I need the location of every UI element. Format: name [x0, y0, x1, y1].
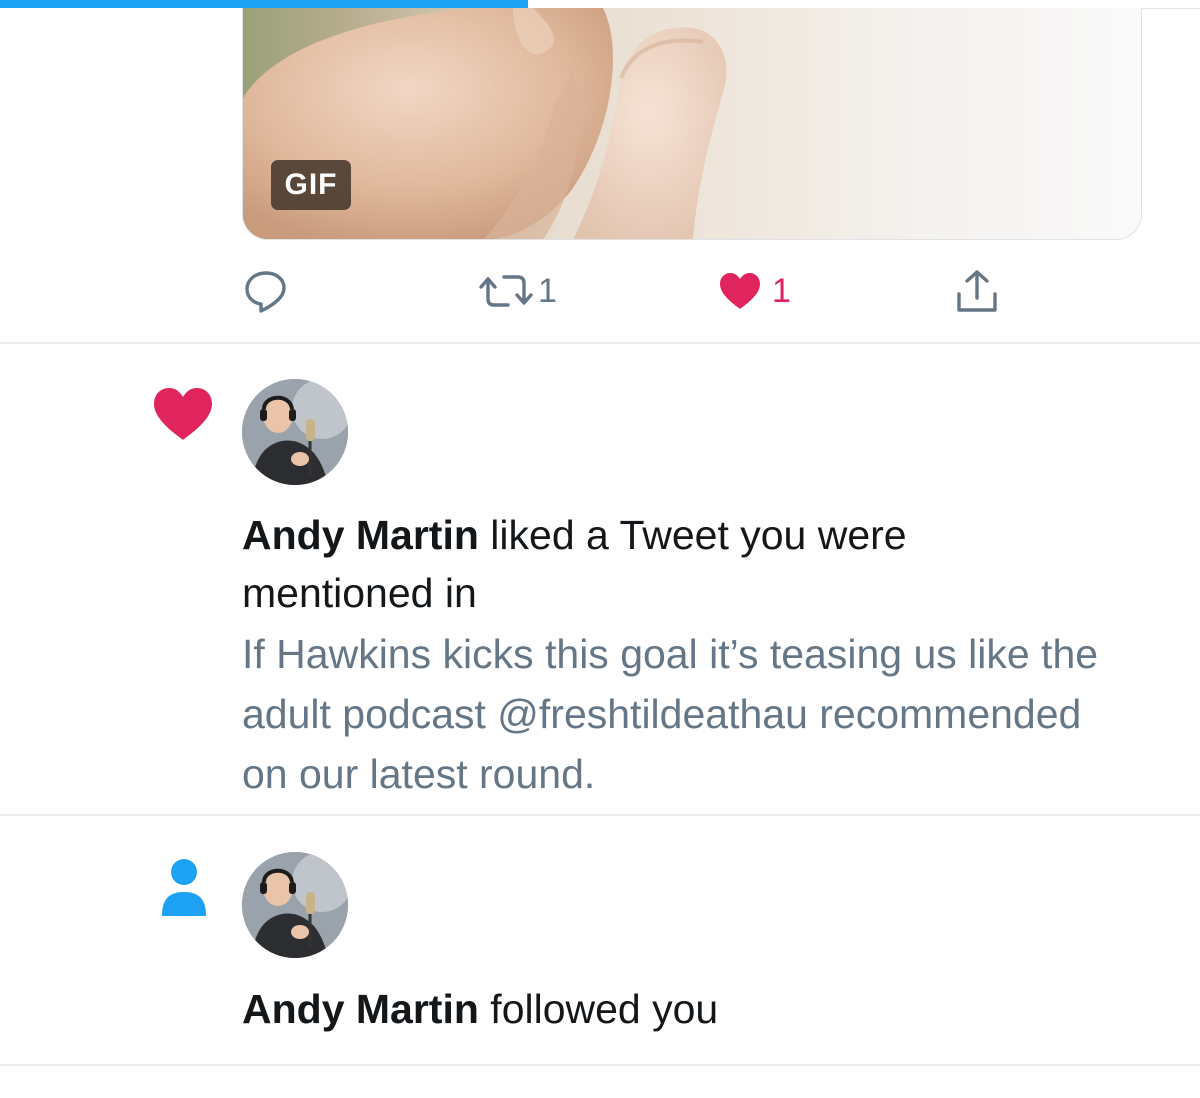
notification-text: Andy Martin liked a Tweet you were menti…: [242, 506, 1102, 622]
notification-action-text: followed you: [478, 986, 719, 1032]
retweet-count: 1: [538, 271, 557, 310]
reply-icon: [245, 271, 286, 313]
heart-icon: [152, 386, 214, 447]
notification-user-name[interactable]: Andy Martin: [242, 986, 479, 1032]
avatar[interactable]: [242, 379, 348, 485]
gif-badge: GIF: [271, 160, 351, 210]
avatar-photo: [242, 379, 348, 485]
reply-button[interactable]: [243, 266, 289, 316]
section-divider: [0, 342, 1200, 344]
loading-progress-fill: [0, 0, 528, 8]
retweet-button[interactable]: 1: [478, 266, 557, 316]
share-icon: [957, 270, 997, 312]
loading-progress-bar: [0, 0, 1200, 8]
heart-icon: [720, 273, 760, 309]
gif-frame-image: [243, 8, 727, 239]
person-icon: [160, 858, 208, 923]
section-divider: [0, 1064, 1200, 1066]
notification-text: Andy Martin followed you: [242, 980, 1102, 1038]
avatar[interactable]: [242, 852, 348, 958]
notification-user-name[interactable]: Andy Martin: [242, 512, 479, 558]
section-divider: [0, 814, 1200, 816]
retweet-icon: [479, 275, 533, 307]
notification-tweet-text[interactable]: If Hawkins kicks this goal it’s teasing …: [242, 624, 1102, 804]
avatar-photo: [242, 852, 348, 958]
like-button[interactable]: 1: [718, 266, 791, 316]
share-button[interactable]: [954, 266, 1000, 316]
like-count: 1: [772, 271, 791, 310]
tweet-gif-media[interactable]: GIF: [242, 8, 1142, 240]
